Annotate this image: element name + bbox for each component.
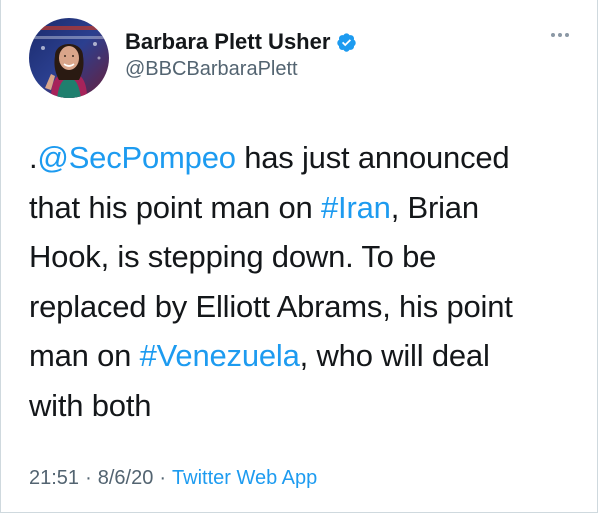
author-handle[interactable]: @BBCBarbaraPlett (125, 58, 357, 81)
tweet-source-link[interactable]: Twitter Web App (172, 467, 317, 489)
meta-separator: · (85, 467, 92, 489)
tweet-card: Barbara Plett Usher @BBCBarbaraPlett .@S… (0, 0, 598, 513)
tweet-text-line: with both (29, 381, 574, 431)
tweet-meta: 21:51 · 8/6/20 · Twitter Web App (29, 467, 317, 490)
tweet-header: Barbara Plett Usher @BBCBarbaraPlett (29, 18, 575, 98)
tweet-text-segment: , who will deal (299, 338, 490, 373)
tweet-text-line: replaced by Elliott Abrams, his point (29, 282, 574, 332)
avatar-image (29, 18, 109, 98)
display-name-row: Barbara Plett Usher (125, 28, 357, 56)
tweet-text-line: .@SecPompeo has just announced (29, 133, 574, 183)
hashtag-link[interactable]: #Iran (321, 190, 391, 225)
tweet-text-segment: Hook, is stepping down. To be (29, 239, 437, 274)
tweet-text-segment: with both (29, 387, 152, 423)
tweet-text-segment: that his point man on (29, 189, 322, 225)
tweet-date[interactable]: 8/6/20 (98, 467, 154, 489)
tweet-text-line: Hook, is stepping down. To be (29, 232, 574, 282)
meta-separator: · (159, 467, 167, 489)
more-options-icon[interactable] (551, 30, 573, 40)
tweet-text-segment: replaced by Elliott Abrams, his point (29, 288, 513, 324)
tweet-text: .@SecPompeo has just announced that his p… (29, 133, 574, 430)
tweet-time[interactable]: 21:51 (29, 467, 79, 489)
display-name[interactable]: Barbara Plett Usher (125, 29, 330, 55)
author-names: Barbara Plett Usher @BBCBarbaraPlett (125, 28, 357, 81)
hashtag-link[interactable]: #Venezuela (140, 338, 300, 373)
avatar[interactable] (29, 18, 109, 98)
tweet-text-line: that his point man on #Iran, Brian (29, 183, 574, 233)
tweet-text-line: man on #Venezuela, who will deal (29, 331, 574, 381)
tweet-text-segment: man on (29, 338, 140, 373)
mention-link[interactable]: @SecPompeo (37, 140, 236, 175)
tweet-text-segment: has just announced (235, 140, 510, 175)
verified-badge-icon (336, 32, 357, 53)
tweet-text-segment: , Brian (390, 189, 479, 225)
